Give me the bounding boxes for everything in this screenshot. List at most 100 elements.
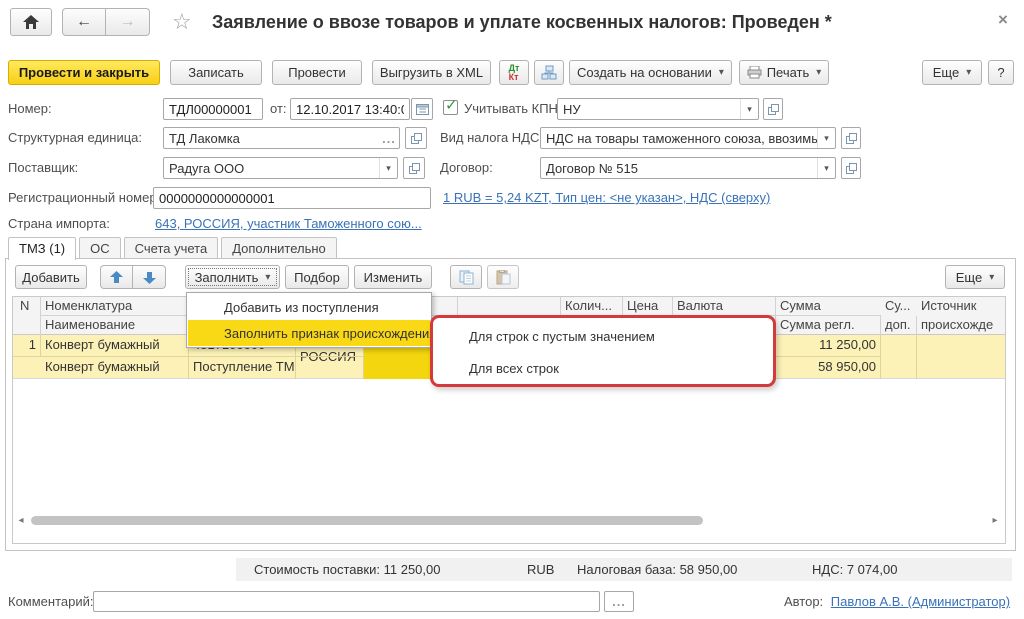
- cell-receipt-doc: Поступление ТМЗ и ...: [189, 357, 296, 379]
- home-button[interactable]: [10, 8, 52, 36]
- date-input[interactable]: [290, 98, 410, 120]
- cell-nomenclature: Конверт бумажный: [41, 335, 189, 357]
- post-button[interactable]: Провести: [272, 60, 362, 85]
- comment-label: Комментарий:: [8, 594, 94, 609]
- rate-link[interactable]: 1 RUB = 5,24 KZT, Тип цен: <не указан>, …: [443, 190, 770, 205]
- cell-row-number: 1: [13, 335, 41, 357]
- tab-os[interactable]: ОС: [79, 237, 121, 260]
- cell-origin-source: [917, 335, 1005, 379]
- forward-button[interactable]: →: [106, 8, 150, 36]
- col-header-origin[interactable]: Источник: [917, 297, 1005, 316]
- choose-button[interactable]: ...: [379, 128, 399, 148]
- contract-select[interactable]: Договор № 515 ▾: [540, 157, 836, 179]
- paste-icon: [496, 270, 511, 285]
- post-and-close-button[interactable]: Провести и закрыть: [8, 60, 160, 85]
- table-more-button[interactable]: Еще▾: [945, 265, 1005, 289]
- cell-sum: 11 250,00: [776, 335, 881, 357]
- scrollbar-thumb[interactable]: [31, 516, 703, 525]
- horizontal-scrollbar[interactable]: ◂ ▸: [15, 513, 1003, 527]
- more-button[interactable]: Еще▾: [922, 60, 982, 85]
- supplier-open-button[interactable]: [403, 157, 425, 179]
- fill-button[interactable]: Заполнить▾: [185, 265, 280, 289]
- menu-item-fill-origin[interactable]: Заполнить признак происхождения ▶: [188, 320, 430, 346]
- document-window: ← → ☆ Заявление о ввозе товаров и уплате…: [0, 0, 1024, 619]
- close-button[interactable]: ×: [998, 10, 1008, 30]
- arrow-up-icon: [110, 271, 123, 284]
- history-nav: ← →: [62, 8, 150, 36]
- import-country-link[interactable]: 643, РОССИЯ, участник Таможенного сою...: [155, 216, 422, 231]
- printer-icon: [747, 66, 762, 79]
- calendar-icon: [416, 103, 429, 115]
- col-header-nomenclature[interactable]: Номенклатура: [41, 297, 189, 316]
- date-label: от:: [270, 101, 287, 116]
- help-button[interactable]: ?: [988, 60, 1014, 85]
- pick-button[interactable]: Подбор: [285, 265, 349, 289]
- reg-number-label: Регистрационный номер:: [8, 190, 160, 205]
- col-header-sum-add[interactable]: Су...: [881, 297, 917, 316]
- paste-rows-button[interactable]: [487, 265, 519, 289]
- row-divider: [13, 356, 364, 357]
- vat-kind-open-button[interactable]: [841, 127, 861, 149]
- row-divider: [776, 356, 881, 357]
- scroll-right-icon[interactable]: ▸: [989, 515, 1001, 526]
- unit-label: Структурная единица:: [8, 130, 142, 145]
- col-header-sum-reg[interactable]: Сумма регл.: [776, 316, 881, 335]
- vat-kind-label: Вид налога НДС:: [440, 130, 543, 145]
- col-header-sum-add-2[interactable]: доп.: [881, 316, 917, 335]
- scroll-left-icon[interactable]: ◂: [15, 515, 27, 526]
- cell-name: Конверт бумажный: [41, 357, 189, 379]
- submenu-item-empty-rows[interactable]: Для строк с пустым значением: [433, 320, 773, 352]
- chevron-down-icon: ▾: [379, 158, 397, 178]
- col-header-sum[interactable]: Сумма: [776, 297, 881, 316]
- chevron-down-icon: ▾: [719, 67, 724, 78]
- favorite-star-button[interactable]: ☆: [172, 9, 192, 35]
- submenu-item-all-rows[interactable]: Для всех строк: [433, 352, 773, 384]
- back-icon: ←: [76, 13, 92, 31]
- reg-number-input[interactable]: [153, 187, 431, 209]
- col-header-origin-2[interactable]: происхожде: [917, 316, 1005, 335]
- move-row-group: [100, 265, 166, 289]
- document-structure-button[interactable]: [534, 60, 564, 85]
- show-postings-button[interactable]: ДтКт: [499, 60, 529, 85]
- edit-row-button[interactable]: Изменить: [354, 265, 432, 289]
- number-input[interactable]: [163, 98, 263, 120]
- open-icon: [768, 104, 779, 115]
- move-up-button[interactable]: [100, 265, 133, 289]
- comment-input[interactable]: [93, 591, 600, 612]
- arrow-down-icon: [143, 271, 156, 284]
- print-button[interactable]: Печать▾: [739, 60, 829, 85]
- star-icon: ☆: [172, 9, 192, 34]
- copy-icon: [459, 270, 474, 285]
- help-icon: ?: [997, 65, 1004, 80]
- chevron-down-icon: ▾: [265, 272, 270, 283]
- calendar-button[interactable]: [411, 98, 433, 120]
- author-link[interactable]: Павлов А.В. (Администратор): [831, 594, 1010, 609]
- tab-additional[interactable]: Дополнительно: [221, 237, 337, 260]
- contract-open-button[interactable]: [841, 157, 861, 179]
- menu-item-add-from-receipt[interactable]: Добавить из поступления: [188, 294, 430, 320]
- kpn-select[interactable]: НУ ▾: [557, 98, 759, 120]
- contract-label: Договор:: [440, 160, 493, 175]
- col-header-name[interactable]: Наименование: [41, 316, 189, 335]
- unit-open-button[interactable]: [405, 127, 427, 149]
- kpn-open-button[interactable]: [763, 98, 783, 120]
- comment-expand-button[interactable]: ...: [604, 591, 634, 612]
- vat-kind-select[interactable]: НДС на товары таможенного союза, ввозимы…: [540, 127, 836, 149]
- back-button[interactable]: ←: [62, 8, 106, 36]
- move-down-button[interactable]: [133, 265, 166, 289]
- page-title: Заявление о ввозе товаров и уплате косве…: [212, 12, 832, 33]
- create-on-base-button[interactable]: Создать на основании▾: [569, 60, 732, 85]
- supplier-select[interactable]: Радуга ООО ▾: [163, 157, 398, 179]
- chevron-down-icon: ▾: [740, 99, 758, 119]
- unit-field[interactable]: ТД Лакомка ...: [163, 127, 400, 149]
- tab-accounts[interactable]: Счета учета: [124, 237, 219, 260]
- tab-tmz[interactable]: ТМЗ (1): [8, 237, 76, 260]
- write-button[interactable]: Записать: [170, 60, 262, 85]
- add-row-button[interactable]: Добавить: [15, 265, 87, 289]
- col-header-n[interactable]: N: [13, 297, 41, 335]
- copy-rows-button[interactable]: [450, 265, 482, 289]
- cell-sum-add: [881, 335, 917, 379]
- kpn-checkbox[interactable]: ✓: [443, 100, 458, 115]
- tax-base: Налоговая база: 58 950,00: [577, 562, 737, 577]
- export-xml-button[interactable]: Выгрузить в XML: [372, 60, 491, 85]
